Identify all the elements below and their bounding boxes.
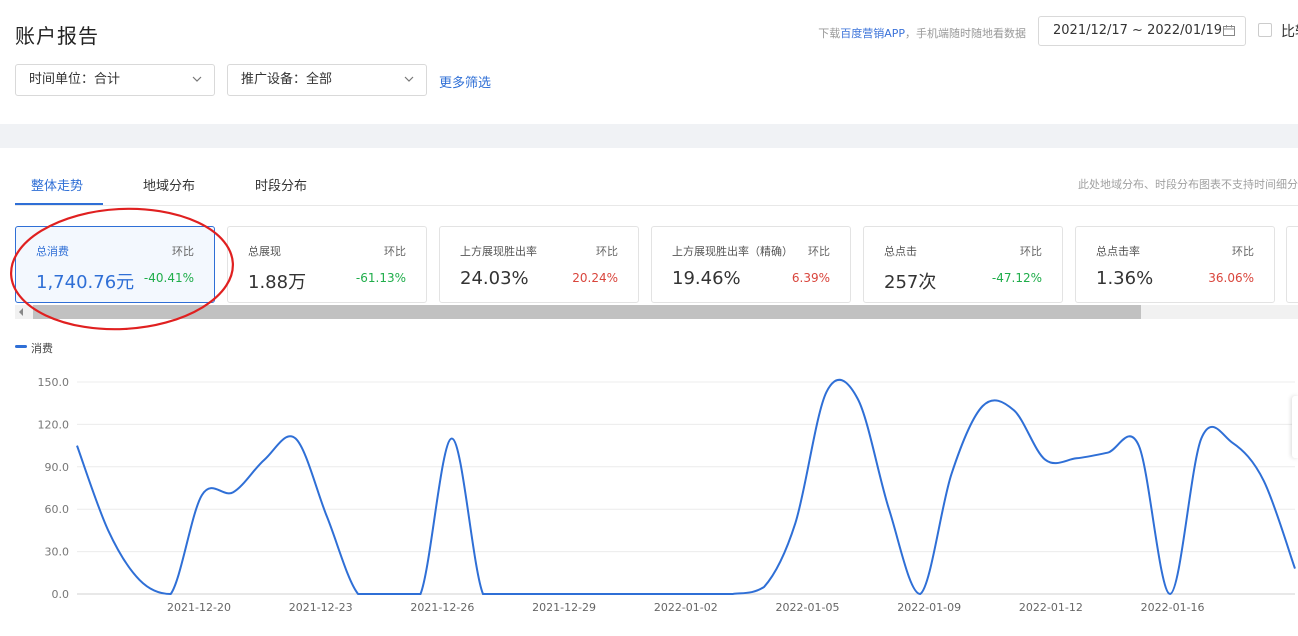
metric-label: 总点击率	[1096, 245, 1140, 258]
compare-label: 比较	[1281, 24, 1298, 40]
tab-note: 此处地域分布、时段分布图表不支持时间细分	[1078, 178, 1298, 191]
scrollbar-thumb[interactable]	[33, 305, 1141, 319]
time-unit-value: 时间单位：合计	[29, 72, 121, 87]
metric-label: 上方展现胜出率（精确）	[672, 245, 793, 258]
x-tick-label: 2021-12-20	[167, 601, 231, 614]
metric-value: 1.88万	[248, 272, 307, 293]
metric-mom-label: 环比	[384, 245, 406, 258]
tab-overall-trend[interactable]: 整体走势	[31, 175, 83, 194]
x-tick-label: 2021-12-26	[410, 601, 474, 614]
metric-value: 257次	[884, 272, 937, 293]
metric-card-impressions[interactable]: 总展现 环比 1.88万 -61.13%	[227, 226, 427, 303]
y-tick-label: 30.0	[45, 546, 70, 559]
metric-label: 总展现	[248, 245, 281, 258]
x-tick-label: 2022-01-02	[654, 601, 718, 614]
metric-mom-label: 环比	[1232, 245, 1254, 258]
metric-change: -61.13%	[355, 271, 406, 285]
app-promo-suffix: ，手机端随时随地看数据	[905, 27, 1026, 40]
device-value: 推广设备：全部	[241, 72, 333, 87]
page-title: 账户报告	[15, 24, 99, 48]
metric-card-ctr[interactable]: 总点击率 环比 1.36% 36.06%	[1075, 226, 1275, 303]
app-promo-prefix: 下载	[818, 27, 841, 40]
series-line-cost[interactable]	[76, 378, 1296, 596]
x-tick-label: 2021-12-23	[289, 601, 353, 614]
x-tick-label: 2021-12-29	[532, 601, 596, 614]
y-tick-label: 150.0	[38, 376, 70, 389]
cost-trend-chart: 0.0 30.0 60.0 90.0 120.0 150.0 2021-12-20 2021-…	[38, 376, 1296, 614]
y-tick-label: 0.0	[52, 588, 70, 601]
date-range-picker[interactable]: 2021/12/17 ~ 2022/01/19	[1038, 16, 1246, 46]
metric-change: 36.06%	[1208, 271, 1254, 285]
device-select[interactable]: 推广设备：全部	[227, 64, 427, 96]
metric-mom-label: 环比	[172, 245, 194, 258]
x-tick-label: 2022-01-12	[1019, 601, 1083, 614]
legend-swatch	[15, 345, 27, 348]
x-tick-label: 2022-01-09	[897, 601, 961, 614]
x-tick-label: 2022-01-05	[776, 601, 840, 614]
metric-change: 20.24%	[572, 271, 618, 285]
metric-change: -47.12%	[991, 271, 1042, 285]
metric-mom-label: 环比	[808, 245, 830, 258]
legend-label[interactable]: 消费	[31, 340, 53, 356]
scroll-left-icon[interactable]	[19, 308, 23, 316]
calendar-icon	[1223, 25, 1235, 36]
tab-region[interactable]: 地域分布	[143, 175, 195, 194]
metric-label: 上方展现胜出率	[460, 245, 537, 258]
metric-value: 1,740.76元	[36, 272, 135, 293]
y-tick-label: 120.0	[38, 418, 70, 431]
metric-label: 总点击	[884, 245, 917, 258]
date-range-text: 2021/12/17 ~ 2022/01/19	[1053, 23, 1223, 38]
metric-mom-label: 环比	[596, 245, 618, 258]
metric-change: -40.41%	[143, 271, 194, 285]
metric-mom-label: 环比	[1020, 245, 1042, 258]
side-panel-handle[interactable]	[1292, 396, 1298, 458]
tabs-divider	[15, 205, 1298, 206]
chevron-down-icon	[192, 76, 202, 82]
x-tick-label: 2022-01-16	[1141, 601, 1205, 614]
more-filters-link[interactable]: 更多筛选	[439, 72, 491, 91]
compare-checkbox[interactable]	[1258, 23, 1272, 37]
section-divider	[0, 124, 1298, 148]
app-download-link[interactable]: 百度营销APP	[840, 27, 905, 40]
metric-card-top-win-rate-exact[interactable]: 上方展现胜出率（精确） 环比 19.46% 6.39%	[651, 226, 851, 303]
y-tick-label: 90.0	[45, 461, 70, 474]
metric-value: 24.03%	[460, 268, 529, 289]
metric-value: 1.36%	[1096, 268, 1154, 289]
metric-card-top-win-rate[interactable]: 上方展现胜出率 环比 24.03% 20.24%	[439, 226, 639, 303]
metric-change: 6.39%	[791, 271, 830, 285]
app-promo: 下载百度营销APP，手机端随时随地看数据	[818, 25, 1026, 41]
time-unit-select[interactable]: 时间单位：合计	[15, 64, 215, 96]
metric-card-partial[interactable]	[1286, 226, 1298, 303]
tab-time-period[interactable]: 时段分布	[255, 175, 307, 194]
chevron-down-icon	[404, 76, 414, 82]
metric-value: 19.46%	[672, 268, 741, 289]
metric-card-clicks[interactable]: 总点击 环比 257次 -47.12%	[863, 226, 1063, 303]
y-tick-label: 60.0	[45, 503, 70, 516]
metric-card-total-cost[interactable]: 总消费 环比 1,740.76元 -40.41%	[15, 226, 215, 303]
metric-label: 总消费	[36, 245, 69, 258]
